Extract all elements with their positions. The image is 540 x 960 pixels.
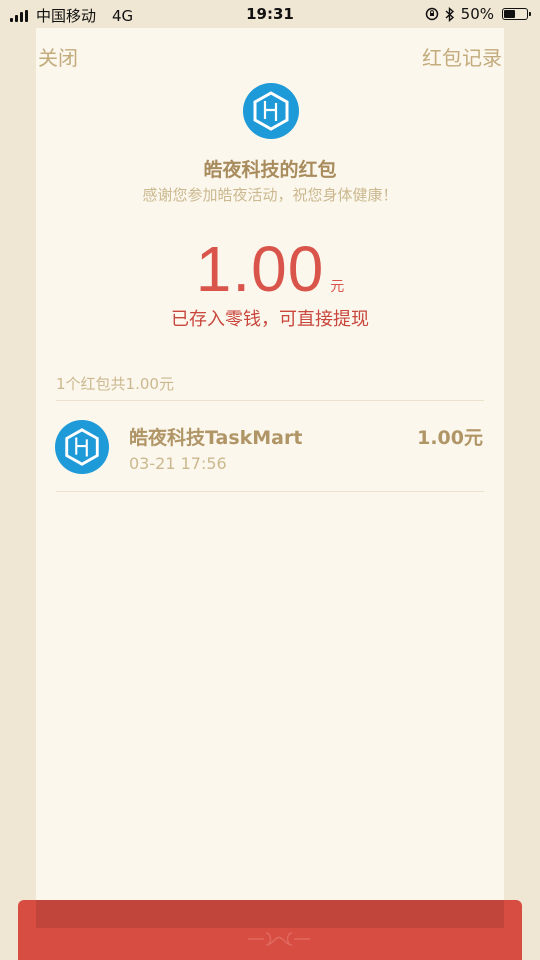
battery-icon bbox=[502, 8, 531, 20]
amount-unit: 元 bbox=[330, 279, 345, 295]
record-time: 03-21 17:56 bbox=[129, 454, 227, 473]
sender-logo-icon bbox=[243, 83, 299, 139]
divider bbox=[56, 491, 484, 492]
red-envelope-base bbox=[18, 900, 522, 960]
battery-percent: 50% bbox=[460, 5, 494, 23]
envelope-knot-icon bbox=[248, 932, 310, 946]
record-amount: 1.00元 bbox=[417, 427, 483, 449]
record-name: 皓夜科技TaskMart bbox=[129, 427, 303, 449]
amount-display: 1.00 元 bbox=[0, 232, 540, 306]
bluetooth-icon bbox=[445, 6, 454, 22]
sender-title: 皓夜科技的红包 bbox=[203, 159, 337, 181]
status-bar: 中国移动 4G 19:31 50% bbox=[0, 0, 540, 28]
sender-blessing: 感谢您参加皓夜活动，祝您身体健康！ bbox=[142, 186, 398, 204]
close-button[interactable]: 关闭 bbox=[38, 42, 78, 71]
envelope-shadow bbox=[36, 900, 504, 928]
divider bbox=[56, 400, 484, 401]
record-logo-icon bbox=[55, 420, 109, 474]
orientation-lock-icon bbox=[425, 7, 438, 21]
status-right: 50% bbox=[425, 5, 531, 23]
amount-value: 1.00 bbox=[195, 233, 325, 305]
red-packet-records-button[interactable]: 红包记录 bbox=[422, 42, 502, 71]
packet-summary: 1个红包共1.00元 bbox=[56, 375, 174, 393]
amount-note[interactable]: 已存入零钱，可直接提现 bbox=[0, 305, 540, 331]
